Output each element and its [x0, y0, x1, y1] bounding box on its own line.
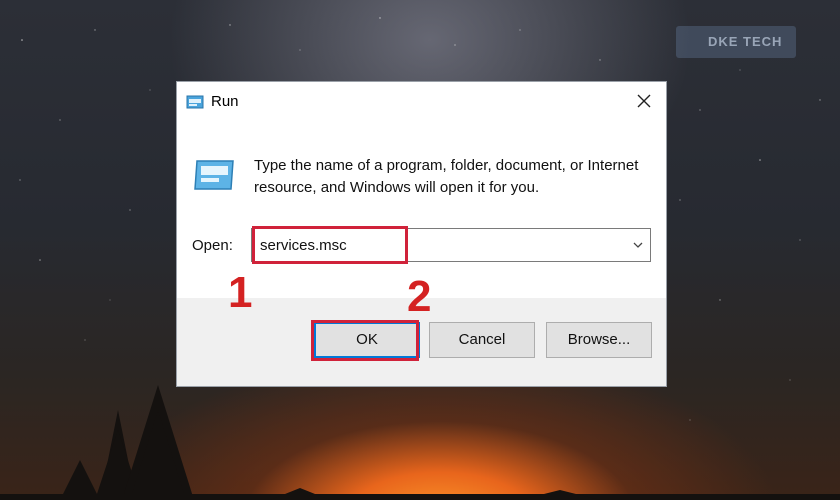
dialog-description: Type the name of a program, folder, docu… — [254, 157, 639, 196]
site-watermark: DKE TECH — [676, 26, 796, 58]
run-icon — [186, 94, 204, 115]
close-button[interactable] — [622, 82, 666, 122]
ok-button[interactable]: OK — [314, 322, 420, 358]
open-label: Open: — [192, 237, 233, 254]
run-large-icon — [193, 159, 235, 196]
open-combobox[interactable] — [251, 228, 651, 262]
title-bar[interactable]: Run — [177, 82, 666, 122]
chevron-down-icon — [633, 242, 643, 248]
step-2-marker: 2 — [407, 272, 432, 321]
browse-button[interactable]: Browse... — [546, 322, 652, 358]
step-1-marker: 1 — [228, 268, 253, 317]
dialog-title: Run — [211, 93, 239, 110]
cancel-button[interactable]: Cancel — [429, 322, 535, 358]
open-input[interactable] — [252, 229, 622, 261]
watermark-logo: DKE TECH — [708, 34, 783, 49]
tree-silhouettes — [0, 385, 840, 500]
run-dialog: Run Type the name of a program, folder, … — [176, 81, 667, 387]
close-icon — [637, 94, 651, 108]
dropdown-button[interactable] — [630, 237, 646, 253]
